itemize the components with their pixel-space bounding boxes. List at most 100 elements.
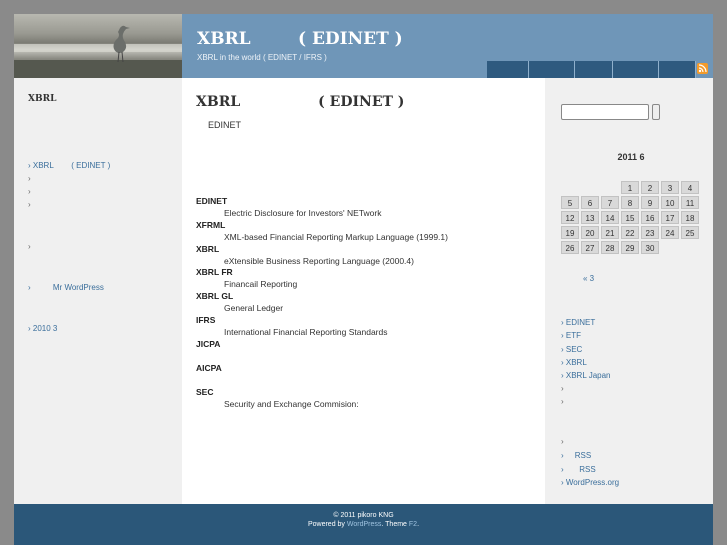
calendar-day: 19 [561, 226, 579, 239]
glossary-definition: Financail Reporting [224, 279, 298, 289]
calendar-day: 18 [681, 211, 699, 224]
category-link[interactable]: › XBRL [561, 358, 587, 367]
rss-feed-icon[interactable] [697, 63, 708, 74]
glossary-definition: eXtensible Business Reporting Language (… [224, 256, 414, 266]
calendar-day: 20 [581, 226, 599, 239]
glossary-definition: General Ledger [224, 303, 284, 313]
sidebar-link[interactable]: › XBRL ( EDINET ) [28, 161, 110, 170]
calendar-empty-cell [681, 241, 699, 254]
site-title[interactable]: XBRL ( EDINET ) [197, 29, 403, 49]
calendar-day: 17 [661, 211, 679, 224]
category-link[interactable]: › ETF [561, 331, 581, 340]
calendar-day: 22 [621, 226, 639, 239]
calendar-day: 26 [561, 241, 579, 254]
sidebar-link[interactable]: › [28, 187, 31, 196]
calendar-grid: 1 2 3 4 5 6 7 8 9 10 11 12 13 14 15 16 17 18 19 20 21 22 23 24 2… [561, 181, 699, 254]
powered-by-text: Powered by WordPress. Theme F2. [14, 521, 713, 528]
calendar-day: 9 [641, 196, 659, 209]
glossary-term: XBRL [196, 244, 220, 254]
nav-tab[interactable] [487, 61, 529, 78]
glossary-term: AICPA [196, 363, 222, 373]
right-sidebar: 2011 6 1 2 3 4 5 6 7 8 9 10 11 12 13 14 15 16 17 18 19 20 21… [545, 78, 713, 504]
archive-link[interactable]: › 2010 3 [28, 324, 57, 333]
meta-link[interactable]: › WordPress.org [561, 478, 619, 487]
glossary-term: JICPA [196, 339, 221, 349]
theme-link[interactable]: F2 [409, 521, 417, 528]
glossary-term: XFRML [196, 220, 226, 230]
theme-text: . Theme [381, 521, 409, 528]
powered-prefix: Powered by [307, 521, 347, 528]
calendar-prev-link[interactable]: « 3 [583, 274, 594, 283]
glossary-definition: Security and Exchange Commision: [224, 399, 359, 409]
category-link[interactable]: › SEC [561, 345, 582, 354]
calendar-day: 4 [681, 181, 699, 194]
nav-tab[interactable] [613, 61, 659, 78]
calendar-day: 29 [621, 241, 639, 254]
heron-image [113, 25, 130, 62]
calendar-day: 23 [641, 226, 659, 239]
category-link[interactable]: › [561, 384, 564, 393]
nav-tab[interactable] [575, 61, 613, 78]
meta-link[interactable]: › [561, 437, 564, 446]
glossary-term: XBRL GL [196, 291, 234, 301]
page: XBRL ( EDINET ) XBRL in the world ( EDIN… [14, 14, 713, 545]
category-link[interactable]: › EDINET [561, 318, 595, 327]
calendar-caption: 2011 6 [617, 152, 645, 162]
calendar-empty-cell [581, 181, 599, 194]
calendar-day: 5 [561, 196, 579, 209]
sidebar-link[interactable]: › [28, 242, 31, 251]
calendar-day: 13 [581, 211, 599, 224]
glossary-term: IFRS [196, 315, 216, 325]
calendar-day: 7 [601, 196, 619, 209]
calendar-day: 16 [641, 211, 659, 224]
calendar-day: 11 [681, 196, 699, 209]
nav-tab[interactable] [529, 61, 575, 78]
calendar-day: 10 [661, 196, 679, 209]
meta-link[interactable]: › RSS [561, 465, 596, 474]
wordpress-link[interactable]: WordPress [347, 521, 382, 528]
category-link[interactable]: › XBRL Japan [561, 371, 611, 380]
calendar-day: 21 [601, 226, 619, 239]
calendar-day: 25 [681, 226, 699, 239]
header-image [14, 14, 182, 78]
calendar-day: 27 [581, 241, 599, 254]
site-description: XBRL in the world ( EDINET / IFRS ) [197, 53, 327, 62]
calendar-day: 30 [641, 241, 659, 254]
main-content: XBRL ( EDINET ) EDINET EDINET Electric D… [182, 78, 545, 504]
nav-tab[interactable] [659, 61, 696, 78]
search-button[interactable] [652, 104, 660, 120]
glossary-definition: XML-based Financial Reporting Markup Lan… [224, 232, 448, 242]
left-sidebar: XBRL › XBRL ( EDINET ) › › › › › Mr Word… [14, 78, 182, 504]
glossary-term: XBRL FR [196, 267, 233, 277]
glossary-term: EDINET [196, 196, 228, 206]
glossary-definition: International Financial Reporting Standa… [224, 327, 388, 337]
calendar-day: 14 [601, 211, 619, 224]
post-title[interactable]: XBRL ( EDINET ) [196, 94, 404, 110]
sidebar-link[interactable]: › [28, 174, 31, 183]
glossary-term: SEC [196, 387, 214, 397]
sidebar-heading: XBRL [28, 94, 57, 104]
calendar-empty-cell [661, 241, 679, 254]
calendar-day: 24 [661, 226, 679, 239]
sidebar-link[interactable]: › [28, 200, 31, 209]
main-nav [487, 61, 696, 78]
site-header: XBRL ( EDINET ) XBRL in the world ( EDIN… [14, 14, 713, 78]
site-footer: © 2011 pikoro KNG Powered by WordPress. … [14, 504, 713, 545]
calendar-day: 8 [621, 196, 639, 209]
calendar-day: 6 [581, 196, 599, 209]
calendar-day: 3 [661, 181, 679, 194]
calendar-empty-cell [561, 181, 579, 194]
calendar-day: 28 [601, 241, 619, 254]
calendar-day: 12 [561, 211, 579, 224]
search-input[interactable] [561, 104, 649, 120]
copyright-text: © 2011 pikoro KNG [333, 512, 394, 519]
recent-comment-link[interactable]: › Mr WordPress [28, 283, 104, 292]
calendar-day: 15 [621, 211, 639, 224]
meta-link[interactable]: › RSS [561, 451, 591, 460]
category-link[interactable]: › [561, 397, 564, 406]
calendar-day: 2 [641, 181, 659, 194]
footer-suffix: . [417, 521, 420, 528]
calendar-empty-cell [601, 181, 619, 194]
glossary-definition: Electric Disclosure for Investors' NETwo… [224, 208, 382, 218]
calendar-day: 1 [621, 181, 639, 194]
